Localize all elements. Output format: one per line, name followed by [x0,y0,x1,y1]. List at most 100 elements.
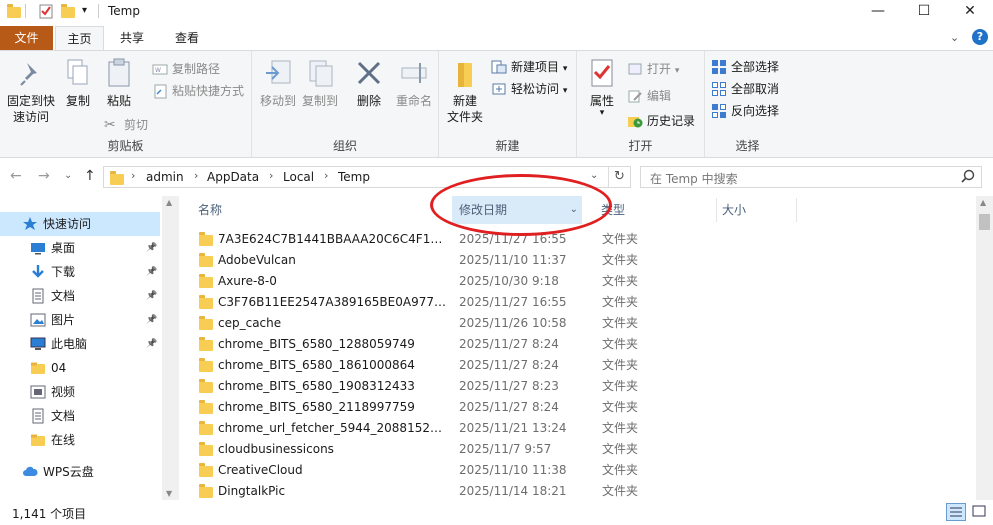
rename-button[interactable]: 重命名 [392,57,436,109]
table-row[interactable]: chrome_BITS_6580_1908312433 2025/11/27 8:… [180,376,976,397]
open-button[interactable]: 打开 ▾ [627,59,679,79]
pin-icon[interactable]: 📌 [146,332,157,356]
new-item-button[interactable]: 新建项目 ▾ [491,57,567,77]
chevron-down-icon[interactable]: ⌄ [590,170,598,181]
pin-icon[interactable]: 📌 [146,236,157,260]
copy-to-button[interactable]: 复制到 [300,57,340,109]
table-row[interactable]: chrome_url_fetcher_5944_2088152870 2025/1… [180,418,976,439]
maximize-button[interactable]: ☐ [901,0,947,24]
delete-button[interactable]: 删除 [352,57,386,109]
scrollbar-thumb[interactable] [979,214,990,230]
tab-home[interactable]: 主页 [55,26,104,50]
breadcrumb-temp[interactable]: Temp [338,170,370,184]
search-box[interactable]: 在 Temp 中搜索 [640,166,982,188]
file-list-scrollbar[interactable]: ▲ [976,196,993,500]
table-row[interactable]: cep_cache 2025/11/26 10:58 文件夹 [180,313,976,334]
sidebar-item-6[interactable]: 04 [0,356,160,380]
table-row[interactable]: cloudbusinessicons 2025/11/7 9:57 文件夹 [180,439,976,460]
easy-access-button[interactable]: 轻松访问 ▾ [491,79,567,99]
column-divider[interactable] [796,198,797,222]
column-header-type[interactable]: 类型 [601,196,711,224]
tab-file[interactable]: 文件 [0,26,53,50]
back-arrow-icon[interactable]: ← [10,168,22,184]
address-bar[interactable]: › admin › AppData › Local › Temp ⌄ ↻ [103,166,631,188]
close-button[interactable]: ✕ [947,0,993,24]
table-row[interactable]: chrome_BITS_6580_2118997759 2025/11/27 8:… [180,397,976,418]
chevron-right-icon[interactable]: › [194,169,198,182]
column-header-name[interactable]: 名称 [198,196,438,224]
sidebar-item-label: 视频 [51,385,76,399]
history-button[interactable]: 历史记录 [627,111,695,131]
up-arrow-icon[interactable]: ↑ [84,168,96,184]
breadcrumb-admin[interactable]: admin [146,170,184,184]
move-to-button[interactable]: 移动到 [258,57,298,109]
scroll-up-icon[interactable]: ▲ [166,198,172,207]
search-placeholder[interactable]: 在 Temp 中搜索 [650,170,738,187]
sidebar-item-8[interactable]: 文档 [0,404,160,428]
chevron-right-icon[interactable]: › [324,169,328,182]
large-icons-view-icon[interactable] [970,503,990,521]
pin-icon[interactable]: 📌 [146,308,157,332]
copy-button[interactable]: 复制 [62,57,94,109]
breadcrumb-appdata[interactable]: AppData [207,170,259,184]
table-row[interactable]: AdobeVulcan 2025/11/10 11:37 文件夹 [180,250,976,271]
properties-checklist-icon[interactable] [38,3,54,19]
sidebar-item-1[interactable]: 桌面 📌 [0,236,160,260]
sidebar-item-10[interactable]: WPS云盘 [0,460,160,484]
new-folder-button[interactable]: 新建 文件夹 [443,57,487,125]
column-divider[interactable] [716,198,717,222]
sidebar-item-label: WPS云盘 [43,465,94,479]
copy-path-button[interactable]: W 复制路径 [152,59,220,79]
pin-quick-access-label: 固定到快速访问 [6,94,55,124]
sidebar-scrollbar[interactable]: ▲ ▼ [162,196,179,500]
tab-view[interactable]: 查看 [162,26,212,50]
minimize-button[interactable]: — [855,0,901,24]
chevron-down-icon[interactable]: ⌄ [64,170,72,181]
sidebar-item-5[interactable]: 此电脑 📌 [0,332,160,356]
invert-selection-button[interactable]: 反向选择 [711,101,779,121]
table-row[interactable]: DingtalkPic 2025/11/14 18:21 文件夹 [180,481,976,500]
scroll-up-icon[interactable]: ▲ [980,198,986,207]
open-label: 打开 [647,62,672,76]
pin-icon[interactable]: 📌 [146,284,157,308]
column-header-date[interactable]: 修改日期 ⌄ [452,196,582,224]
paste-shortcut-button[interactable]: 粘贴快捷方式 [152,81,244,101]
sidebar-item-2[interactable]: 下载 📌 [0,260,160,284]
cut-button[interactable]: ✂ 剪切 [104,115,148,135]
chevron-right-icon[interactable]: › [269,169,273,182]
select-all-button[interactable]: 全部选择 [711,57,779,77]
chevron-down-icon[interactable]: ▾ [82,3,98,19]
sidebar-item-4[interactable]: 图片 📌 [0,308,160,332]
sidebar-item-0[interactable]: 快速访问 [0,212,160,236]
edit-button[interactable]: 编辑 [627,86,671,106]
forward-arrow-icon[interactable]: → [38,168,50,184]
column-header-size[interactable]: 大小 [722,196,792,224]
chevron-down-icon[interactable]: ⌄ [950,31,959,44]
sidebar-item-3[interactable]: 文档 📌 [0,284,160,308]
breadcrumb-local[interactable]: Local [283,170,314,184]
pin-quick-access-button[interactable]: 固定到快速访问 [4,57,58,125]
paste-label: 粘贴 [106,94,131,108]
paste-button[interactable]: 粘贴 [102,57,136,109]
scroll-down-icon[interactable]: ▼ [166,489,172,498]
chevron-down-icon[interactable]: ⌄ [570,196,578,224]
tab-share[interactable]: 共享 [108,26,156,50]
table-row[interactable]: Axure-8-0 2025/10/30 9:18 文件夹 [180,271,976,292]
sidebar-item-7[interactable]: 视频 [0,380,160,404]
pin-icon[interactable]: 📌 [146,260,157,284]
search-icon[interactable] [961,169,975,186]
details-view-icon[interactable] [946,503,966,521]
table-row[interactable]: chrome_BITS_6580_1288059749 2025/11/27 8:… [180,334,976,355]
refresh-icon[interactable]: ↻ [614,169,625,184]
file-name: 7A3E624C7B1441BBAAA20C6C4F140... [218,232,446,246]
select-none-button[interactable]: 全部取消 [711,79,779,99]
chevron-right-icon[interactable]: › [131,169,135,182]
table-row[interactable]: CreativeCloud 2025/11/10 11:38 文件夹 [180,460,976,481]
new-folder-icon[interactable] [60,3,76,19]
table-row[interactable]: chrome_BITS_6580_1861000864 2025/11/27 8:… [180,355,976,376]
properties-button[interactable]: 属性 ▾ [585,57,619,118]
table-row[interactable]: C3F76B11EE2547A389165BE0A97777... 2025/11… [180,292,976,313]
sidebar-item-9[interactable]: 在线 [0,428,160,452]
table-row[interactable]: 7A3E624C7B1441BBAAA20C6C4F140... 2025/11/… [180,229,976,250]
help-icon[interactable]: ? [972,29,988,45]
